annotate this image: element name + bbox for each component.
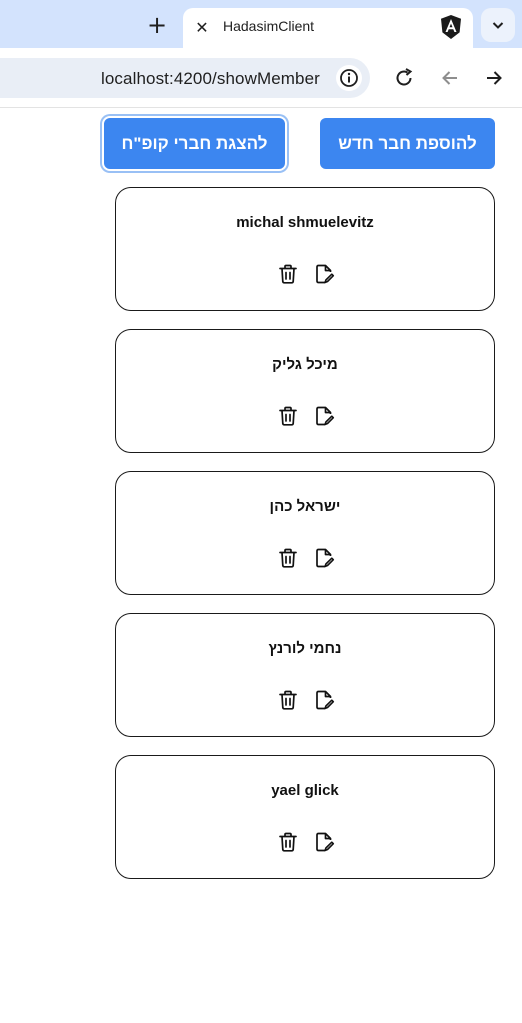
angular-logo-icon bbox=[441, 15, 461, 39]
browser-tab-strip: + ✕ HadasimClient bbox=[0, 0, 522, 48]
url-text[interactable]: localhost:4200/showMember bbox=[101, 69, 320, 89]
delete-member-button[interactable] bbox=[276, 830, 300, 854]
reload-icon bbox=[396, 68, 413, 86]
edit-icon bbox=[316, 406, 335, 426]
member-card: yael glick bbox=[115, 755, 495, 879]
member-card: michal shmuelevitz bbox=[115, 187, 495, 311]
close-icon: ✕ bbox=[195, 17, 209, 37]
member-card: נחמי לורנץ bbox=[115, 613, 495, 737]
tab-search-button[interactable] bbox=[481, 8, 515, 42]
site-info-button[interactable] bbox=[336, 65, 362, 91]
delete-member-button[interactable] bbox=[276, 688, 300, 712]
member-actions bbox=[274, 404, 344, 428]
member-actions bbox=[274, 262, 344, 286]
tab-close-button[interactable]: ✕ bbox=[191, 16, 213, 38]
tab-title: HadasimClient bbox=[223, 18, 315, 34]
member-actions bbox=[274, 546, 344, 570]
delete-member-button[interactable] bbox=[276, 262, 300, 286]
member-name: ישראל כהן bbox=[269, 498, 341, 515]
back-arrow-icon bbox=[442, 71, 457, 85]
edit-member-button[interactable] bbox=[312, 830, 336, 854]
forward-button[interactable] bbox=[482, 66, 506, 90]
member-card: מיכל גליק bbox=[115, 329, 495, 453]
info-icon bbox=[340, 69, 358, 87]
member-actions bbox=[274, 830, 344, 854]
plus-icon: + bbox=[146, 11, 168, 39]
edit-icon bbox=[316, 548, 335, 568]
delete-member-button[interactable] bbox=[276, 546, 300, 570]
member-name: נחמי לורנץ bbox=[268, 640, 342, 657]
member-actions bbox=[274, 688, 344, 712]
delete-member-button[interactable] bbox=[276, 404, 300, 428]
new-tab-button[interactable]: + bbox=[141, 10, 173, 40]
forward-arrow-icon bbox=[487, 71, 502, 85]
trash-icon bbox=[279, 690, 297, 710]
member-name: michal shmuelevitz bbox=[236, 214, 374, 231]
browser-toolbar: localhost:4200/showMember bbox=[0, 48, 522, 108]
edit-member-button[interactable] bbox=[312, 262, 336, 286]
edit-icon bbox=[316, 832, 335, 852]
trash-icon bbox=[279, 406, 297, 426]
edit-member-button[interactable] bbox=[312, 546, 336, 570]
show-members-button[interactable]: להצגת חברי קופ"ח bbox=[104, 118, 285, 169]
trash-icon bbox=[279, 548, 297, 568]
chevron-down-icon bbox=[492, 22, 504, 29]
browser-tab[interactable]: ✕ HadasimClient bbox=[183, 8, 473, 48]
edit-icon bbox=[316, 690, 335, 710]
edit-member-button[interactable] bbox=[312, 688, 336, 712]
address-bar[interactable]: localhost:4200/showMember bbox=[0, 58, 370, 98]
member-name: yael glick bbox=[271, 782, 339, 799]
edit-icon bbox=[316, 264, 335, 284]
trash-icon bbox=[279, 832, 297, 852]
member-name: מיכל גליק bbox=[272, 356, 338, 373]
member-card: ישראל כהן bbox=[115, 471, 495, 595]
edit-member-button[interactable] bbox=[312, 404, 336, 428]
back-button[interactable] bbox=[438, 66, 462, 90]
reload-button[interactable] bbox=[392, 66, 416, 90]
add-member-button[interactable]: להוספת חבר חדש bbox=[320, 118, 495, 169]
trash-icon bbox=[279, 264, 297, 284]
